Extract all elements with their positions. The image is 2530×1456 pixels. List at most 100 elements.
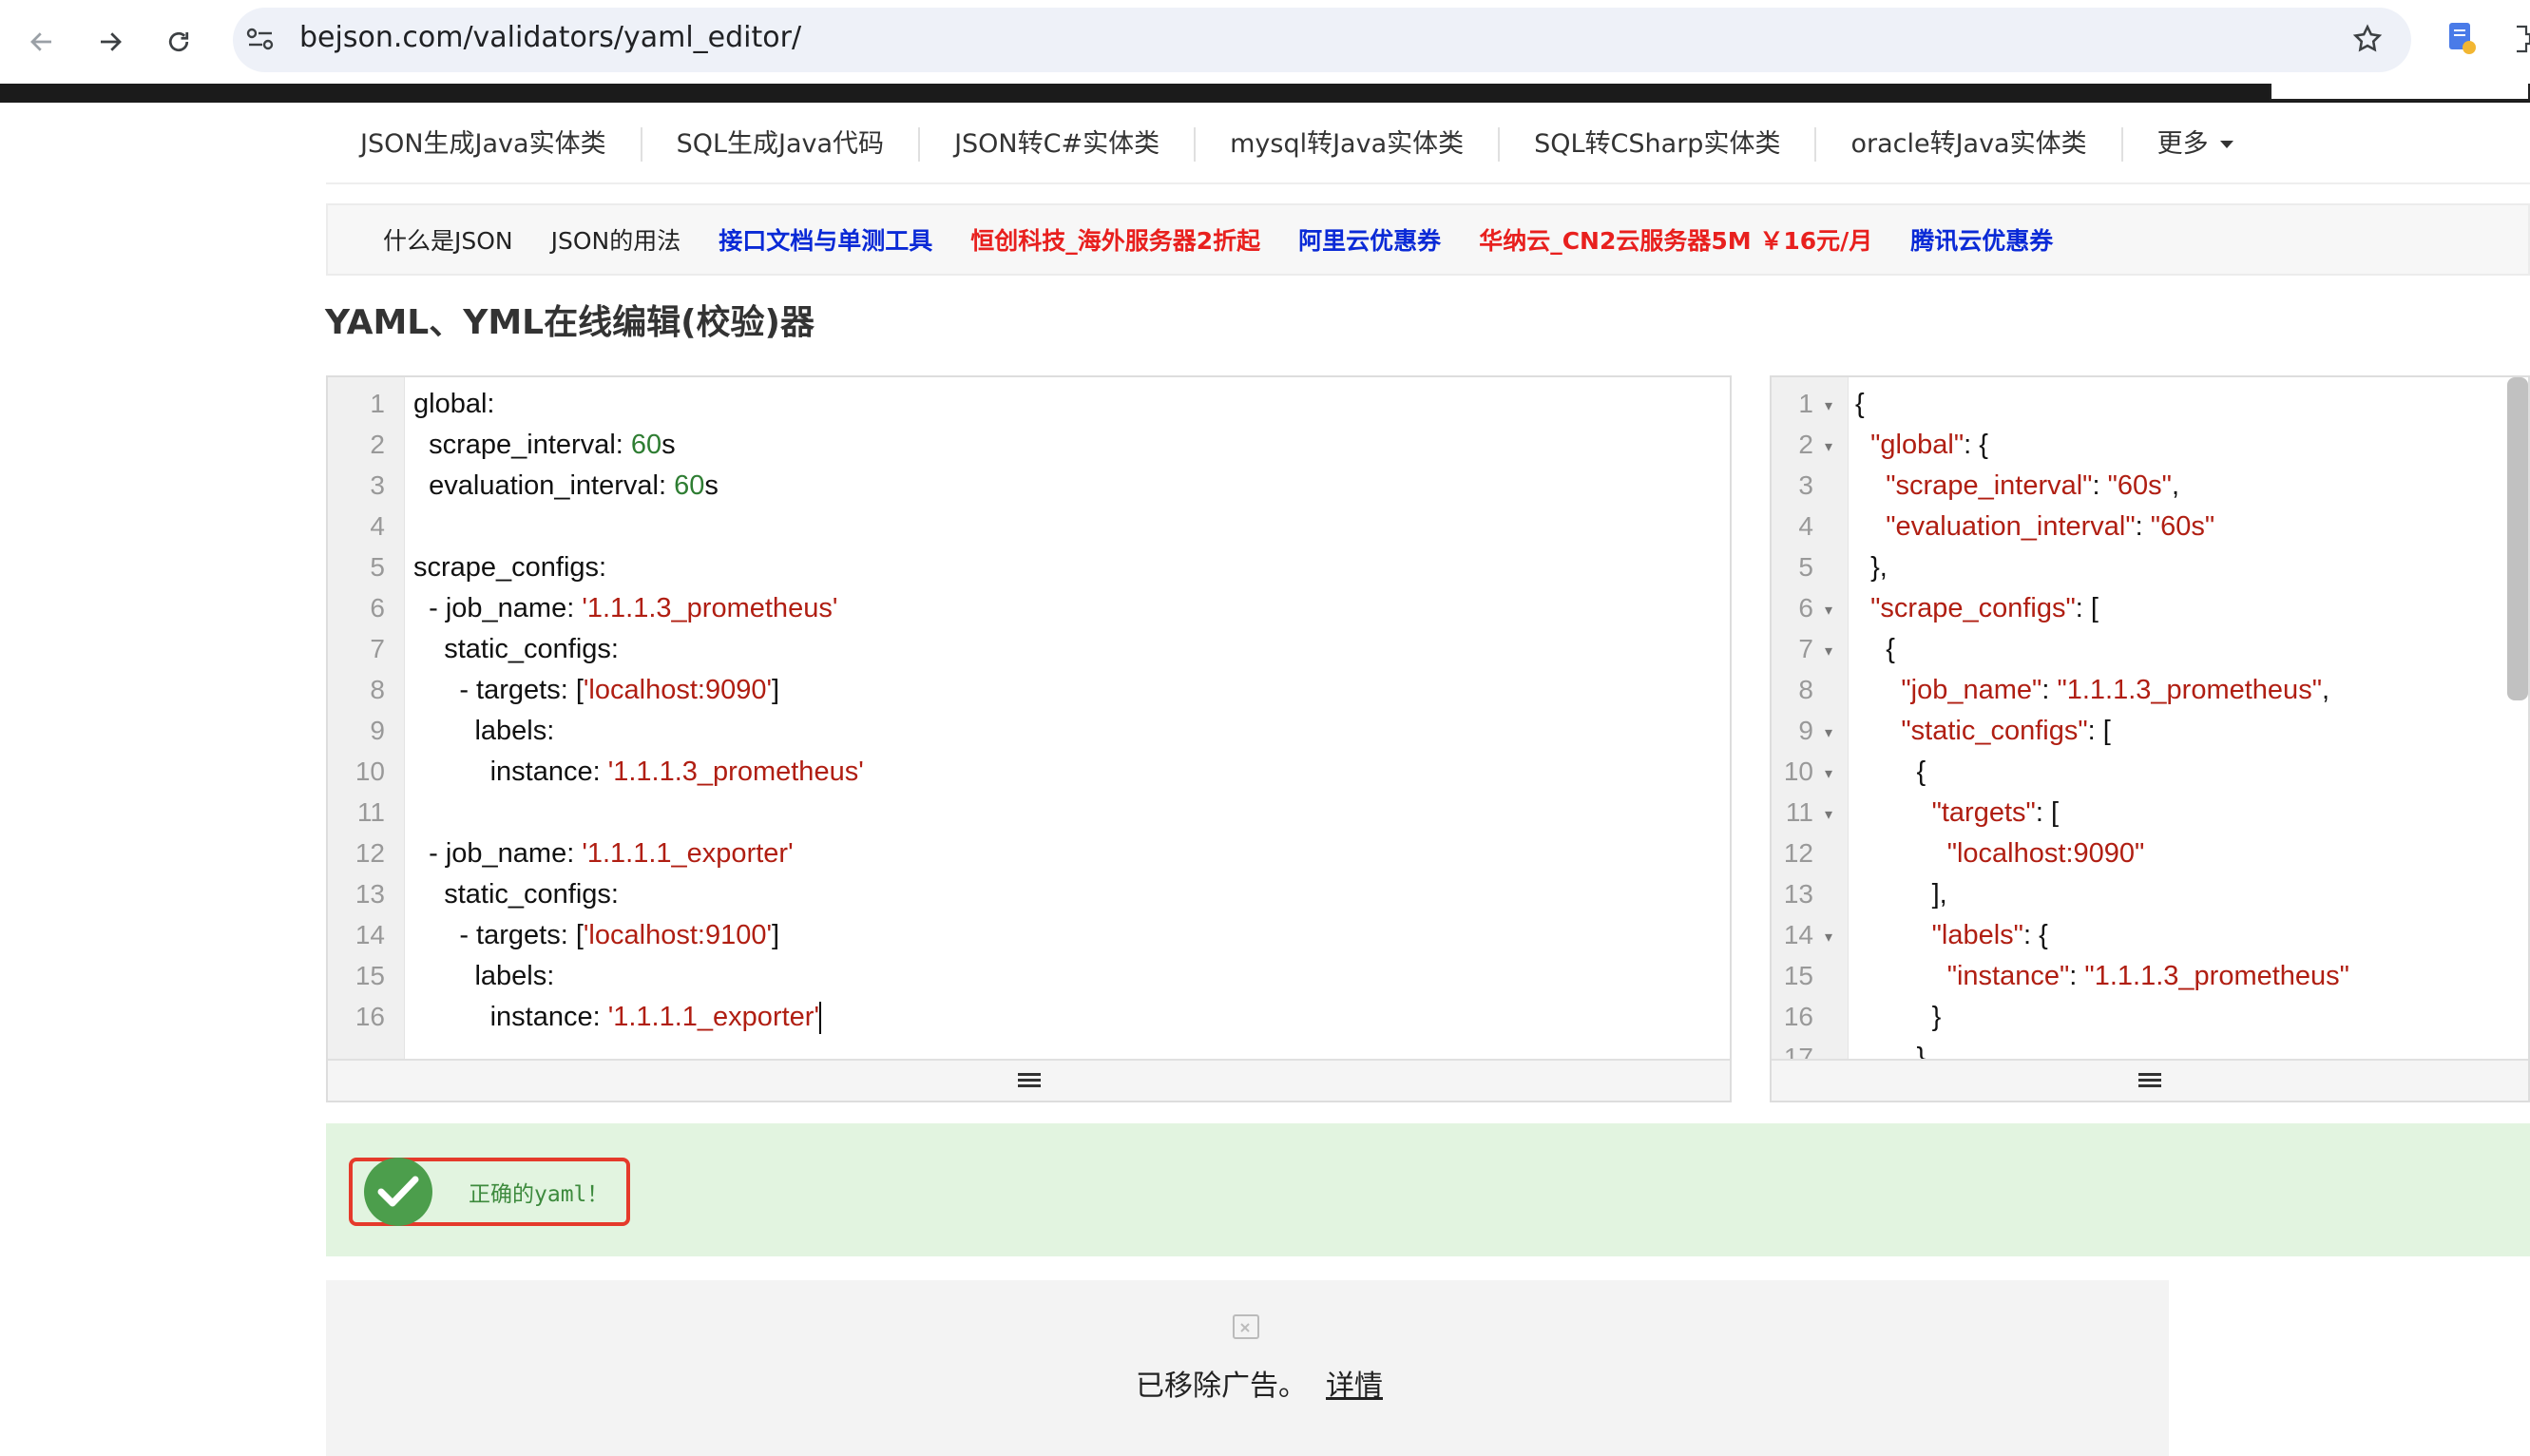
nav-item-json-to-csharp[interactable]: JSON转C#实体类 xyxy=(920,127,1197,162)
yaml-text: - targets: [ xyxy=(413,920,584,950)
json-scrollbar[interactable] xyxy=(2507,377,2528,700)
reload-icon xyxy=(168,31,189,52)
yaml-line-number: 15 xyxy=(355,961,385,990)
yaml-line-number: 7 xyxy=(370,634,385,663)
yaml-text: static_configs: xyxy=(413,634,619,664)
json-text xyxy=(1855,920,1932,950)
yaml-code-line[interactable]: labels: xyxy=(413,716,554,747)
yaml-code-line[interactable]: static_configs: xyxy=(413,879,619,910)
back-button[interactable] xyxy=(17,17,67,67)
json-code-line: "targets": [ xyxy=(1855,797,2059,829)
fold-toggle-icon[interactable]: ▾ xyxy=(1825,601,1832,619)
json-text: } xyxy=(1855,1002,1942,1032)
json-line-number: 11 xyxy=(1785,797,1813,827)
link-aliyun-coupon[interactable]: 阿里云优惠券 xyxy=(1298,222,1441,257)
yaml-code-line[interactable]: instance: '1.1.1.3_prometheus' xyxy=(413,757,864,788)
validation-result-highlight: 正确的yaml！ xyxy=(349,1158,630,1226)
fold-toggle-icon[interactable]: ▾ xyxy=(1825,396,1832,414)
json-text xyxy=(1855,593,1870,623)
nav-item-oracle-to-java[interactable]: oracle转Java实体类 xyxy=(1816,127,2123,162)
page-title: YAML、YML在线编辑(校验)器 xyxy=(325,303,815,342)
forward-button[interactable] xyxy=(86,17,135,67)
yaml-code-line[interactable]: - targets: ['localhost:9090'] xyxy=(413,675,779,706)
link-json-usage[interactable]: JSON的用法 xyxy=(551,222,681,257)
yaml-resize-handle[interactable] xyxy=(328,1059,1730,1101)
reload-button[interactable] xyxy=(154,17,203,67)
json-string: "localhost:9090" xyxy=(1946,838,2145,869)
json-string: "1.1.1.3_prometheus" xyxy=(2057,675,2322,705)
extension-icon[interactable] xyxy=(2446,21,2477,59)
yaml-code-line[interactable]: evaluation_interval: 60s xyxy=(413,470,719,502)
link-ad-hengchuang[interactable]: 恒创科技_海外服务器2折起 xyxy=(970,222,1260,257)
yaml-code-line[interactable]: labels: xyxy=(413,961,554,992)
ad-removed-notice: 已移除广告。 详情 xyxy=(1136,1362,1383,1404)
yaml-line-number: 16 xyxy=(355,1002,385,1031)
json-text xyxy=(1855,838,1947,869)
json-text-mid: : xyxy=(2135,511,2151,542)
json-text xyxy=(1855,797,1932,828)
text-cursor xyxy=(818,1002,821,1035)
yaml-line-number: 2 xyxy=(370,430,385,459)
yaml-string: '1.1.1.3_prometheus' xyxy=(607,757,864,787)
json-output-editor[interactable]: 1 ▾{2 ▾ "global": {3 "scrape_interval": "6… xyxy=(1770,375,2530,1102)
url-text[interactable]: bejson.com/validators/yaml_editor/ xyxy=(299,21,801,54)
json-key: "scrape_configs" xyxy=(1870,593,2076,623)
link-api-doc-tool[interactable]: 接口文档与单测工具 xyxy=(719,222,932,257)
yaml-code-line[interactable]: - job_name: '1.1.1.1_exporter' xyxy=(413,838,794,870)
json-code-line: { xyxy=(1855,757,1926,788)
fold-toggle-icon[interactable]: ▾ xyxy=(1825,764,1832,782)
json-text xyxy=(1855,675,1901,705)
link-tencent-coupon[interactable]: 腾讯云优惠券 xyxy=(1910,222,2053,257)
yaml-text: labels: xyxy=(413,716,555,746)
check-circle-icon xyxy=(364,1158,432,1226)
ad-detail-link[interactable]: 详情 xyxy=(1326,1370,1383,1403)
yaml-text: instance: xyxy=(413,757,608,787)
fold-toggle-icon[interactable]: ▾ xyxy=(1825,723,1832,741)
bookmark-star-icon[interactable] xyxy=(2351,23,2384,59)
yaml-code-line[interactable]: scrape_interval: 60s xyxy=(413,430,676,461)
json-string: "60s" xyxy=(2150,511,2215,542)
nav-item-json-to-java[interactable]: JSON生成Java实体类 xyxy=(326,127,642,162)
fold-toggle-icon[interactable]: ▾ xyxy=(1825,642,1832,660)
browser-toolbar: bejson.com/validators/yaml_editor/ xyxy=(0,0,2530,84)
fold-toggle-icon[interactable]: ▾ xyxy=(1825,805,1832,823)
json-resize-handle[interactable] xyxy=(1772,1059,2528,1101)
yaml-line-number: 13 xyxy=(355,879,385,909)
link-what-is-json[interactable]: 什么是JSON xyxy=(383,222,513,257)
json-key: "scrape_interval" xyxy=(1886,470,2093,501)
json-code-line: { xyxy=(1855,389,1865,420)
json-string: "1.1.1.3_prometheus" xyxy=(2084,961,2349,991)
yaml-line-number: 3 xyxy=(370,470,385,500)
nav-item-sql-to-csharp[interactable]: SQL转CSharp实体类 xyxy=(1500,127,1817,162)
json-code-line: } xyxy=(1855,1002,1942,1033)
validation-result-panel: 正确的yaml！ xyxy=(326,1123,2530,1256)
yaml-code-line[interactable]: scrape_configs: xyxy=(413,552,606,584)
json-text: { xyxy=(1855,757,1926,787)
json-line-number: 5 xyxy=(1798,552,1813,582)
link-ad-huanayun[interactable]: 华纳云_CN2云服务器5M ￥16元/月 xyxy=(1479,222,1872,257)
arrow-right-icon xyxy=(101,32,122,51)
json-text xyxy=(1855,961,1947,991)
site-settings-icon[interactable] xyxy=(245,25,276,57)
json-code-line: "evaluation_interval": "60s" xyxy=(1855,511,2214,543)
yaml-code-line[interactable]: static_configs: xyxy=(413,634,619,665)
json-key: "job_name" xyxy=(1901,675,2042,705)
yaml-line-number: 12 xyxy=(355,838,385,868)
header-search-input[interactable] xyxy=(2270,84,2530,101)
yaml-line-number: 5 xyxy=(370,552,385,582)
fold-toggle-icon[interactable]: ▾ xyxy=(1825,928,1832,946)
json-text xyxy=(1855,716,1901,746)
ad-removed-text: 已移除广告。 xyxy=(1136,1370,1307,1403)
nav-item-sql-to-java[interactable]: SQL生成Java代码 xyxy=(642,127,921,162)
yaml-code-line[interactable]: instance: '1.1.1.1_exporter' xyxy=(413,1002,821,1035)
yaml-line-number: 14 xyxy=(355,920,385,949)
yaml-code-line[interactable]: - job_name: '1.1.1.3_prometheus' xyxy=(413,593,837,624)
yaml-editor[interactable]: 1 global: 2 scrape_interval: 60s 3 evaluati… xyxy=(326,375,1732,1102)
yaml-code-line[interactable]: - targets: ['localhost:9100'] xyxy=(413,920,779,951)
fold-toggle-icon[interactable]: ▾ xyxy=(1825,437,1832,455)
nav-item-mysql-to-java[interactable]: mysql转Java实体类 xyxy=(1196,127,1501,162)
nav-more-dropdown[interactable]: 更多 xyxy=(2123,127,2268,162)
extensions-puzzle-icon[interactable] xyxy=(2511,25,2530,57)
yaml-code-line[interactable]: global: xyxy=(413,389,494,420)
yaml-text: - job_name: xyxy=(413,838,583,869)
